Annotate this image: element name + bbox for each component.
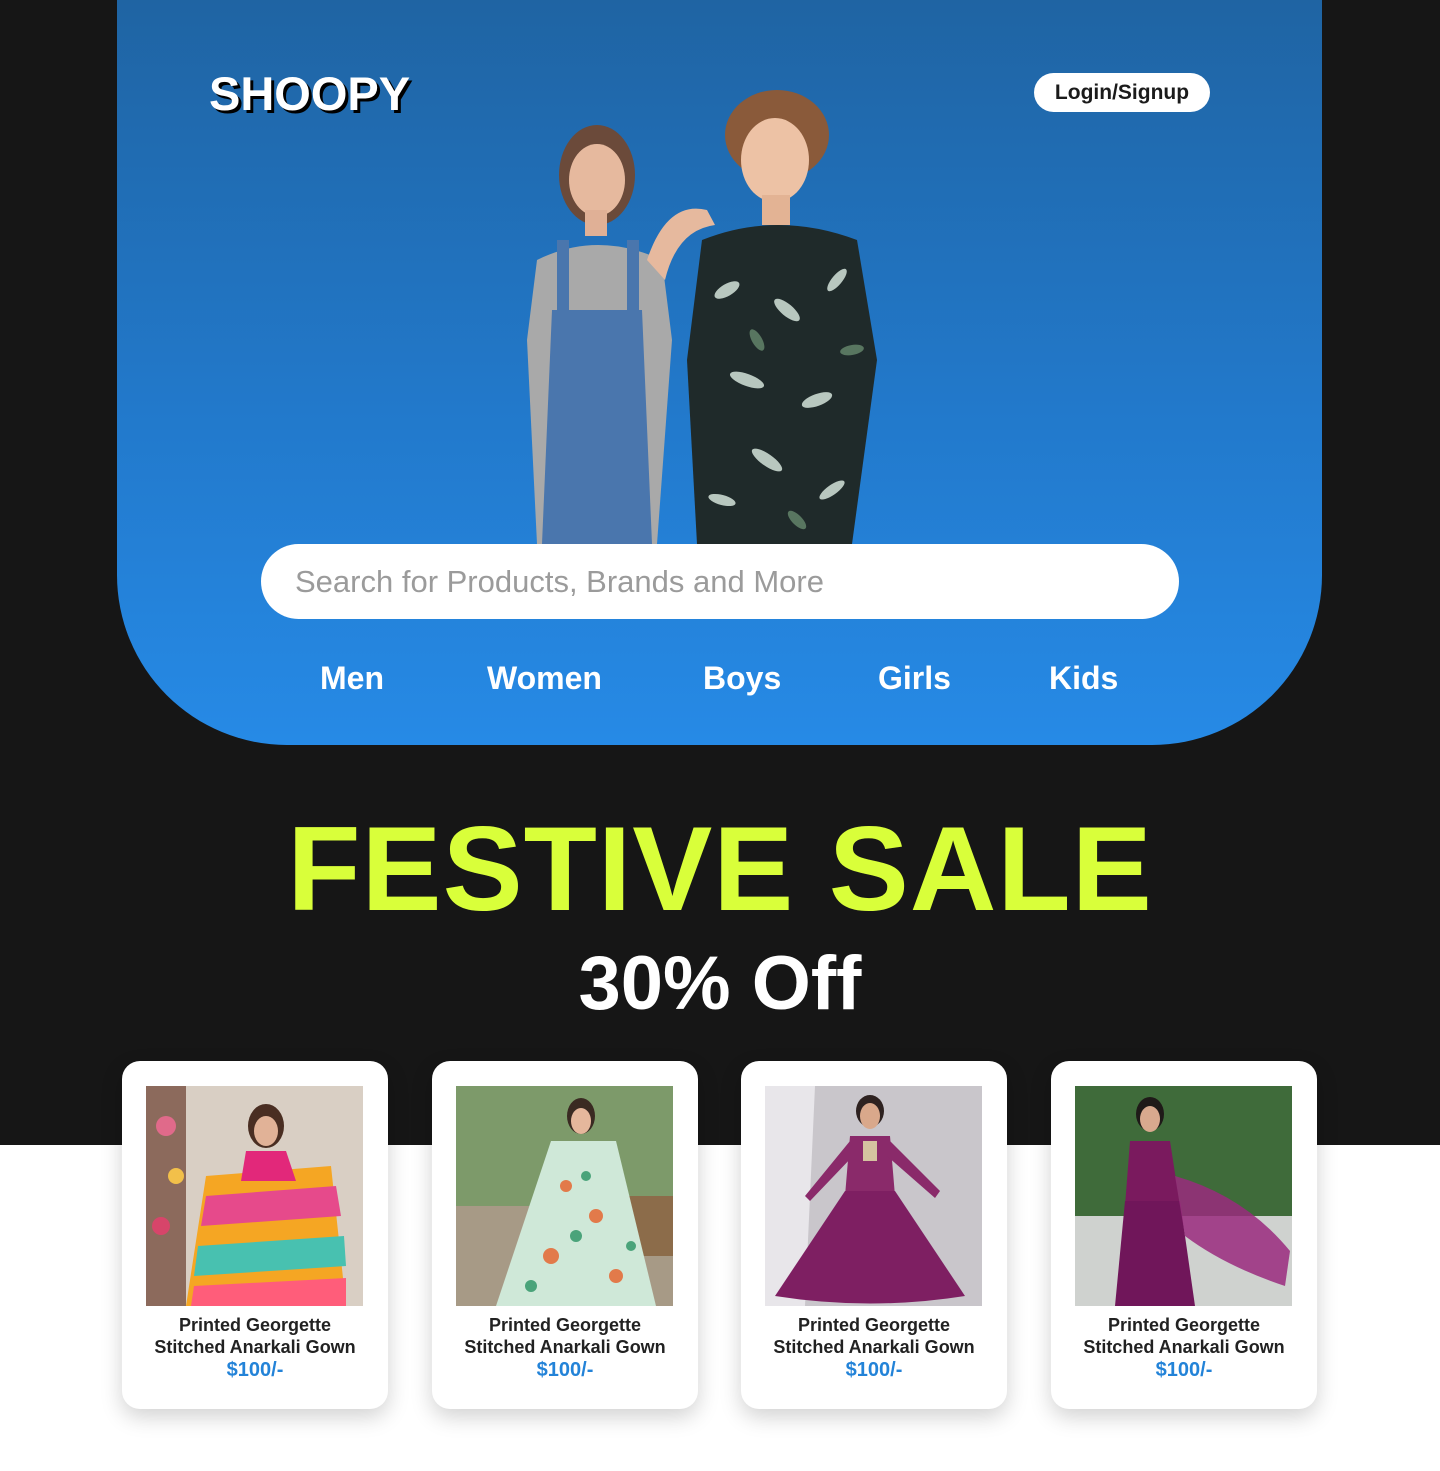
product-title: Printed Georgette Stitched Anarkali Gown bbox=[1083, 1315, 1285, 1357]
nav-item-men[interactable]: Men bbox=[320, 660, 384, 697]
product-card[interactable]: Printed Georgette Stitched Anarkali Gown… bbox=[1051, 1061, 1317, 1409]
product-image bbox=[456, 1086, 673, 1306]
product-card[interactable]: Printed Georgette Stitched Anarkali Gown… bbox=[122, 1061, 388, 1409]
product-title: Printed Georgette Stitched Anarkali Gown bbox=[773, 1315, 975, 1357]
product-card[interactable]: Printed Georgette Stitched Anarkali Gown… bbox=[741, 1061, 1007, 1409]
search-bar[interactable] bbox=[261, 544, 1179, 619]
woman-figure bbox=[527, 125, 715, 544]
nav-item-girls[interactable]: Girls bbox=[878, 660, 951, 697]
product-image bbox=[146, 1086, 363, 1306]
sale-discount: 30% Off bbox=[578, 941, 862, 1026]
hero-banner: SHOOPY Login/Signup Search for Products,… bbox=[117, 0, 1322, 745]
product-title: Printed Georgette Stitched Anarkali Gown bbox=[154, 1315, 356, 1357]
nav-item-kids[interactable]: Kids bbox=[1049, 660, 1118, 697]
category-nav: Men Women Boys Girls Kids bbox=[117, 660, 1322, 706]
product-price: $100/- bbox=[845, 1359, 903, 1381]
product-card[interactable]: Printed Georgette Stitched Anarkali Gown… bbox=[432, 1061, 698, 1409]
nav-item-women[interactable]: Women bbox=[487, 660, 602, 697]
nav-item-boys[interactable]: Boys bbox=[703, 660, 781, 697]
product-price: $100/- bbox=[226, 1359, 284, 1381]
product-image bbox=[1075, 1086, 1292, 1306]
man-figure bbox=[687, 90, 877, 544]
brand-logo[interactable]: SHOOPY bbox=[209, 66, 410, 121]
sale-headline: FESTIVE SALE bbox=[287, 802, 1153, 936]
login-signup-button[interactable]: Login/Signup bbox=[1034, 73, 1210, 112]
hero-models-image bbox=[527, 90, 877, 544]
product-title: Printed Georgette Stitched Anarkali Gown bbox=[464, 1315, 666, 1357]
search-input[interactable] bbox=[295, 563, 1155, 600]
product-image bbox=[765, 1086, 982, 1306]
product-price: $100/- bbox=[1155, 1359, 1213, 1381]
product-price: $100/- bbox=[536, 1359, 594, 1381]
